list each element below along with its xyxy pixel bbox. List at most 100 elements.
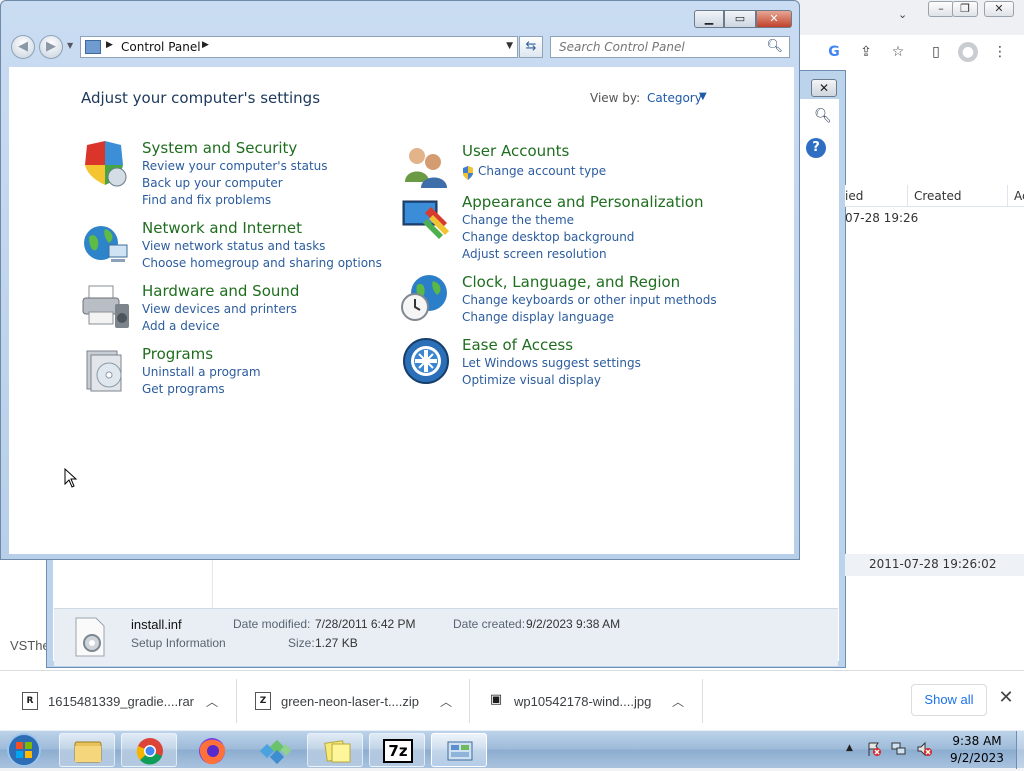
download-item[interactable]: ▣ wp10542178-wind....jpg [488, 671, 651, 731]
users-icon[interactable] [401, 142, 451, 192]
taskbar-control-panel-button[interactable] [431, 733, 487, 767]
chevron-up-icon[interactable]: ︿ [206, 693, 218, 710]
category-title[interactable]: User Accounts [462, 142, 569, 160]
menu-icon[interactable]: ⋮ [990, 42, 1010, 62]
chevron-down-icon[interactable]: ⌄ [898, 8, 907, 21]
task-link[interactable]: Uninstall a program [142, 365, 261, 379]
side-panel-icon[interactable]: ▯ [926, 42, 946, 62]
browser-restore-button[interactable]: ❐ [952, 1, 978, 17]
task-link[interactable]: View devices and printers [142, 302, 297, 316]
ease-of-access-icon[interactable] [401, 336, 451, 386]
category-title[interactable]: System and Security [142, 139, 297, 157]
rar-file-icon: R [22, 692, 38, 710]
clock-time[interactable]: 9:38 AM [942, 734, 1012, 748]
task-link[interactable]: Get programs [142, 382, 225, 396]
category-title[interactable]: Appearance and Personalization [462, 193, 704, 211]
google-icon[interactable]: G [824, 42, 844, 62]
task-link[interactable]: Back up your computer [142, 176, 283, 190]
back-button[interactable]: ◀ [11, 35, 35, 59]
taskbar-notes-button[interactable] [307, 733, 363, 767]
maximize-button[interactable]: ▭ [724, 10, 756, 28]
task-link[interactable]: Optimize visual display [462, 373, 601, 387]
personalization-icon[interactable] [401, 193, 451, 243]
programs-icon[interactable] [81, 345, 131, 395]
task-link[interactable]: View network status and tasks [142, 239, 325, 253]
taskbar-7zip-button[interactable]: 7z [369, 733, 425, 767]
column-divider[interactable] [1007, 185, 1008, 207]
shield-icon[interactable] [81, 139, 131, 189]
breadcrumb-control-panel[interactable]: Control Panel [121, 40, 201, 54]
bookmark-star-icon[interactable]: ☆ [888, 42, 908, 62]
close-icon[interactable]: ✕ [996, 688, 1016, 708]
browser-minimize-button[interactable]: – [928, 1, 954, 17]
search-input[interactable] [557, 39, 757, 55]
volume-muted-icon[interactable] [916, 741, 932, 757]
task-link[interactable]: Review your computer's status [142, 159, 328, 173]
clock-globe-icon[interactable] [401, 273, 451, 323]
minimize-button[interactable]: ▁ [694, 10, 724, 28]
chevron-up-icon[interactable]: ︿ [440, 693, 452, 710]
category-appearance-personalization: Appearance and Personalization Change th… [401, 193, 731, 263]
share-icon[interactable]: ⇪ [856, 42, 876, 62]
help-icon[interactable]: ? [806, 138, 826, 158]
taskbar-app-button[interactable] [245, 733, 301, 767]
column-header-accessed[interactable]: Ac [1014, 189, 1024, 203]
clock-date[interactable]: 9/2/2023 [942, 751, 1012, 765]
task-link[interactable]: Let Windows suggest settings [462, 356, 641, 370]
task-link[interactable]: Change the theme [462, 213, 574, 227]
taskbar-explorer-button[interactable] [59, 733, 115, 767]
network-globe-icon[interactable] [81, 219, 131, 269]
view-by-dropdown[interactable]: Category [647, 91, 702, 105]
category-hardware-sound: Hardware and Sound View devices and prin… [81, 282, 381, 333]
refresh-button[interactable]: ⇆ [519, 36, 543, 58]
profile-avatar-icon[interactable]: ● [958, 42, 978, 62]
task-link[interactable]: Add a device [142, 319, 220, 333]
firefox-icon [199, 738, 226, 765]
breadcrumb-arrow-icon[interactable]: ▶ [106, 40, 113, 50]
column-header-created[interactable]: Created [914, 189, 962, 203]
search-icon[interactable]: 🔍︎ [766, 39, 783, 54]
explorer-search-icon[interactable]: 🔍︎ [808, 104, 838, 128]
file-row-date[interactable]: 07-28 19:26 [845, 211, 918, 225]
category-title[interactable]: Network and Internet [142, 219, 302, 237]
task-link[interactable]: Change desktop background [462, 230, 634, 244]
category-title[interactable]: Programs [142, 345, 213, 363]
printer-icon[interactable] [81, 282, 131, 332]
address-dropdown-icon[interactable]: ▼ [506, 41, 513, 51]
column-divider[interactable] [907, 185, 908, 207]
forward-button[interactable]: ▶ [39, 35, 63, 59]
folder-icon [74, 741, 102, 763]
download-item[interactable]: R 1615481339_gradie....rar [22, 671, 194, 731]
show-all-button[interactable]: Show all [911, 684, 987, 716]
network-icon[interactable] [891, 741, 907, 757]
start-button[interactable] [3, 732, 45, 768]
address-bar[interactable]: ▶ Control Panel ▶ ▼ [80, 36, 518, 58]
show-desktop-button[interactable] [1016, 731, 1024, 769]
mouse-cursor-icon [64, 468, 78, 488]
7zip-icon: 7z [383, 739, 413, 763]
browser-close-button[interactable]: ✕ [984, 1, 1014, 17]
action-center-flag-icon[interactable] [866, 741, 882, 757]
download-item[interactable]: Z green-neon-laser-t....zip [255, 671, 419, 731]
taskbar-chrome-button[interactable] [121, 733, 177, 767]
task-link[interactable]: Change account type [478, 164, 606, 178]
category-title[interactable]: Clock, Language, and Region [462, 273, 680, 291]
control-panel-window: ▁ ▭ ✕ ◀ ▶ ▼ ▶ Control Panel ▶ ▼ ⇆ 🔍︎ Adj… [0, 0, 800, 560]
task-link[interactable]: Change display language [462, 310, 614, 324]
explorer-close-button[interactable]: ✕ [811, 79, 837, 97]
task-link[interactable]: Change keyboards or other input methods [462, 293, 717, 307]
column-header-modified[interactable]: ied [845, 189, 863, 203]
category-title[interactable]: Hardware and Sound [142, 282, 299, 300]
close-button[interactable]: ✕ [756, 10, 792, 28]
show-hidden-icons-icon[interactable]: ▲ [846, 743, 853, 753]
category-title[interactable]: Ease of Access [462, 336, 573, 354]
search-box[interactable]: 🔍︎ [550, 36, 790, 58]
task-link[interactable]: Adjust screen resolution [462, 247, 607, 261]
chevron-up-icon[interactable]: ︿ [672, 693, 684, 710]
recent-pages-dropdown-icon[interactable]: ▼ [67, 41, 73, 50]
breadcrumb-arrow-icon[interactable]: ▶ [202, 40, 209, 50]
chevron-down-icon[interactable]: ▼ [699, 91, 707, 102]
task-link[interactable]: Choose homegroup and sharing options [142, 256, 382, 270]
taskbar-firefox-button[interactable] [183, 733, 239, 767]
task-link[interactable]: Find and fix problems [142, 193, 271, 207]
